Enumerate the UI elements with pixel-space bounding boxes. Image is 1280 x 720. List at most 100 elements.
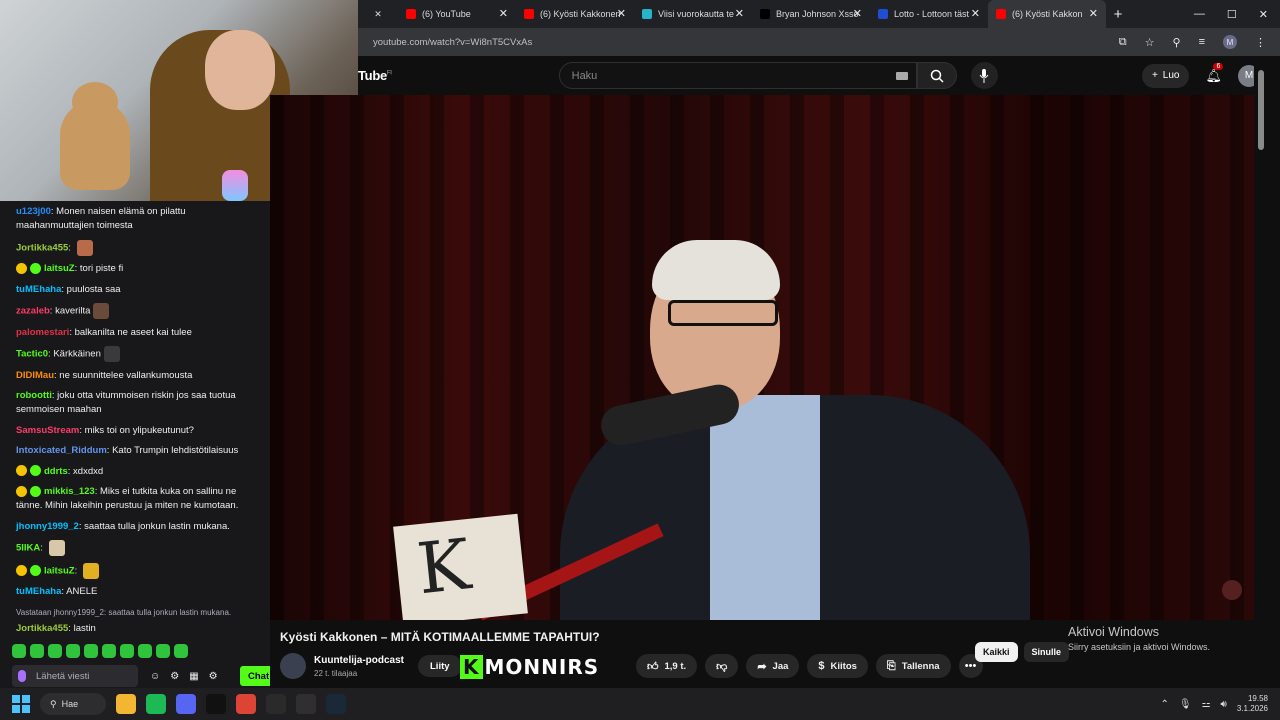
settings-icon[interactable]: ⚙ (170, 671, 179, 682)
search-button[interactable] (916, 62, 957, 89)
tab-3[interactable]: Bryan Johnson Xsso ✕ (752, 0, 870, 28)
notifications-button[interactable]: 🔔︎ 6 (1205, 62, 1224, 84)
tab-0[interactable]: (6) YouTube ✕ (398, 0, 516, 28)
media-icon[interactable]: ≡ (1199, 36, 1205, 48)
close-icon[interactable]: ✕ (971, 7, 980, 20)
microphone-icon[interactable] (18, 670, 26, 682)
share-button[interactable]: ➦ Jaa (746, 654, 800, 678)
close-icon[interactable]: ✕ (1089, 7, 1098, 20)
microphone-icon[interactable]: 🎙︎ (1179, 699, 1192, 710)
filter-chip[interactable]: Kaikki (975, 642, 1018, 662)
chat-username[interactable]: laitsuZ (44, 565, 75, 576)
emote-button[interactable] (66, 644, 80, 658)
chat-username[interactable]: DIDIMau (16, 370, 54, 381)
chat-username[interactable]: palomestari (16, 327, 69, 338)
volume-icon[interactable]: 🔊︎ (1221, 699, 1227, 710)
chat-username[interactable]: Jortikka455 (16, 242, 68, 253)
page-scrollbar[interactable] (1254, 56, 1280, 688)
tab-partial[interactable]: ✕ (358, 0, 398, 28)
gear-icon[interactable]: ⚙ (209, 671, 218, 682)
emote-button[interactable] (48, 644, 62, 658)
network-icon[interactable]: ⚍ (1202, 699, 1211, 710)
clock[interactable]: 19.58 3.1.2026 (1237, 694, 1268, 714)
close-window-button[interactable]: ✕ (1259, 8, 1268, 21)
emote-bar[interactable] (12, 644, 188, 662)
store-icon[interactable]: ▦ (189, 671, 198, 682)
close-icon[interactable]: ✕ (735, 7, 744, 20)
chat-username[interactable]: zazaleb (16, 306, 50, 317)
tab-5[interactable]: (6) Kyösti Kakkon ✕ (988, 0, 1106, 28)
emote-button[interactable] (174, 644, 188, 658)
taskbar-search[interactable]: ⚲ Hae (40, 693, 106, 715)
chat-username[interactable]: Tactic0 (16, 349, 48, 360)
save-button[interactable]: ⎘ Tallenna (875, 654, 951, 678)
channel-watermark[interactable] (1222, 580, 1242, 600)
channel-avatar[interactable] (280, 653, 306, 679)
new-tab-button[interactable]: + (1106, 0, 1130, 28)
file-explorer-icon[interactable] (116, 694, 136, 714)
tab-1[interactable]: (6) Kyösti Kakkonen ✕ (516, 0, 634, 28)
emote-button[interactable] (84, 644, 98, 658)
discord-icon[interactable] (176, 694, 196, 714)
filter-chip[interactable]: Sinulle (1023, 642, 1070, 662)
chat-username[interactable]: tuMEhaha (16, 586, 61, 597)
dislike-button[interactable]: 👎︎ (705, 654, 739, 678)
x-app-icon[interactable] (206, 694, 226, 714)
chat-message: jhonny1999_2: saattaa tulla jonkun lasti… (16, 520, 254, 534)
close-icon[interactable]: ✕ (374, 9, 382, 20)
keyboard-icon[interactable] (895, 71, 908, 80)
close-icon[interactable]: ✕ (617, 7, 626, 20)
create-button[interactable]: + Luo (1141, 63, 1190, 88)
voice-search-button[interactable] (970, 62, 998, 89)
chat-username[interactable]: SamsuStream (16, 425, 79, 436)
emote-button[interactable] (30, 644, 44, 658)
chat-username[interactable]: Jortikka455 (16, 623, 68, 634)
bookmark-star-icon[interactable]: ☆ (1145, 36, 1155, 49)
send-chat-button[interactable]: Chat (240, 666, 270, 686)
chat-username[interactable]: jhonny1999_2 (16, 521, 79, 532)
extensions-icon[interactable]: ⚲ (1173, 36, 1181, 49)
youtube-logo[interactable]: TubeFI (358, 68, 392, 83)
join-button[interactable]: Liity (418, 655, 462, 677)
emote-button[interactable] (120, 644, 134, 658)
chat-username[interactable]: mikkis_123 (44, 486, 95, 497)
share-label: Jaa (772, 660, 789, 672)
emote-button[interactable] (102, 644, 116, 658)
video-player[interactable]: K (270, 95, 1254, 620)
notion-icon[interactable] (266, 694, 286, 714)
obs-icon[interactable] (296, 694, 316, 714)
search-input[interactable]: Haku (558, 62, 917, 89)
close-icon[interactable]: ✕ (853, 7, 862, 20)
spotify-icon[interactable] (146, 694, 166, 714)
chat-username[interactable]: 5IIKA (16, 543, 40, 554)
chat-message-list[interactable]: u123j00: Monen naisen elämä on pilattu m… (0, 201, 270, 638)
chrome-icon[interactable] (236, 694, 256, 714)
close-icon[interactable]: ✕ (499, 7, 508, 20)
install-icon[interactable]: ⧉ (1119, 36, 1127, 49)
channel-name[interactable]: Kuuntelija-podcast (314, 655, 404, 666)
tab-2[interactable]: Viisi vuorokautta te ✕ (634, 0, 752, 28)
url-field[interactable]: youtube.com/watch?v=Wi8nT5CVxAs (373, 37, 532, 48)
emote-button[interactable] (12, 644, 26, 658)
like-button[interactable]: 👍︎ 1,9 t. (636, 654, 698, 678)
emoji-icon[interactable]: ☺ (150, 671, 160, 682)
minimize-button[interactable]: — (1194, 8, 1205, 21)
chat-input[interactable]: Lähetä viesti (12, 665, 138, 687)
chat-username[interactable]: Intoxicated_Riddum (16, 445, 107, 456)
scrollbar-thumb[interactable] (1258, 70, 1264, 150)
chat-username[interactable]: laitsuZ (44, 263, 75, 274)
chat-username[interactable]: u123j00 (16, 206, 51, 217)
thanks-button[interactable]: $ Kiitos (807, 654, 868, 678)
steam-icon[interactable] (326, 694, 346, 714)
maximize-button[interactable]: ☐ (1227, 8, 1237, 21)
chat-username[interactable]: tuMEhaha (16, 284, 61, 295)
menu-icon[interactable]: ⋮ (1255, 36, 1266, 49)
emote-button[interactable] (156, 644, 170, 658)
profile-avatar[interactable]: M (1223, 35, 1237, 49)
chat-username[interactable]: ddrts (44, 466, 68, 477)
tab-4[interactable]: Lotto - Lottoon täst ✕ (870, 0, 988, 28)
emote-button[interactable] (138, 644, 152, 658)
start-button[interactable] (12, 695, 30, 713)
chat-username[interactable]: robootti (16, 390, 52, 401)
chevron-up-icon[interactable]: ⌃ (1160, 699, 1168, 710)
